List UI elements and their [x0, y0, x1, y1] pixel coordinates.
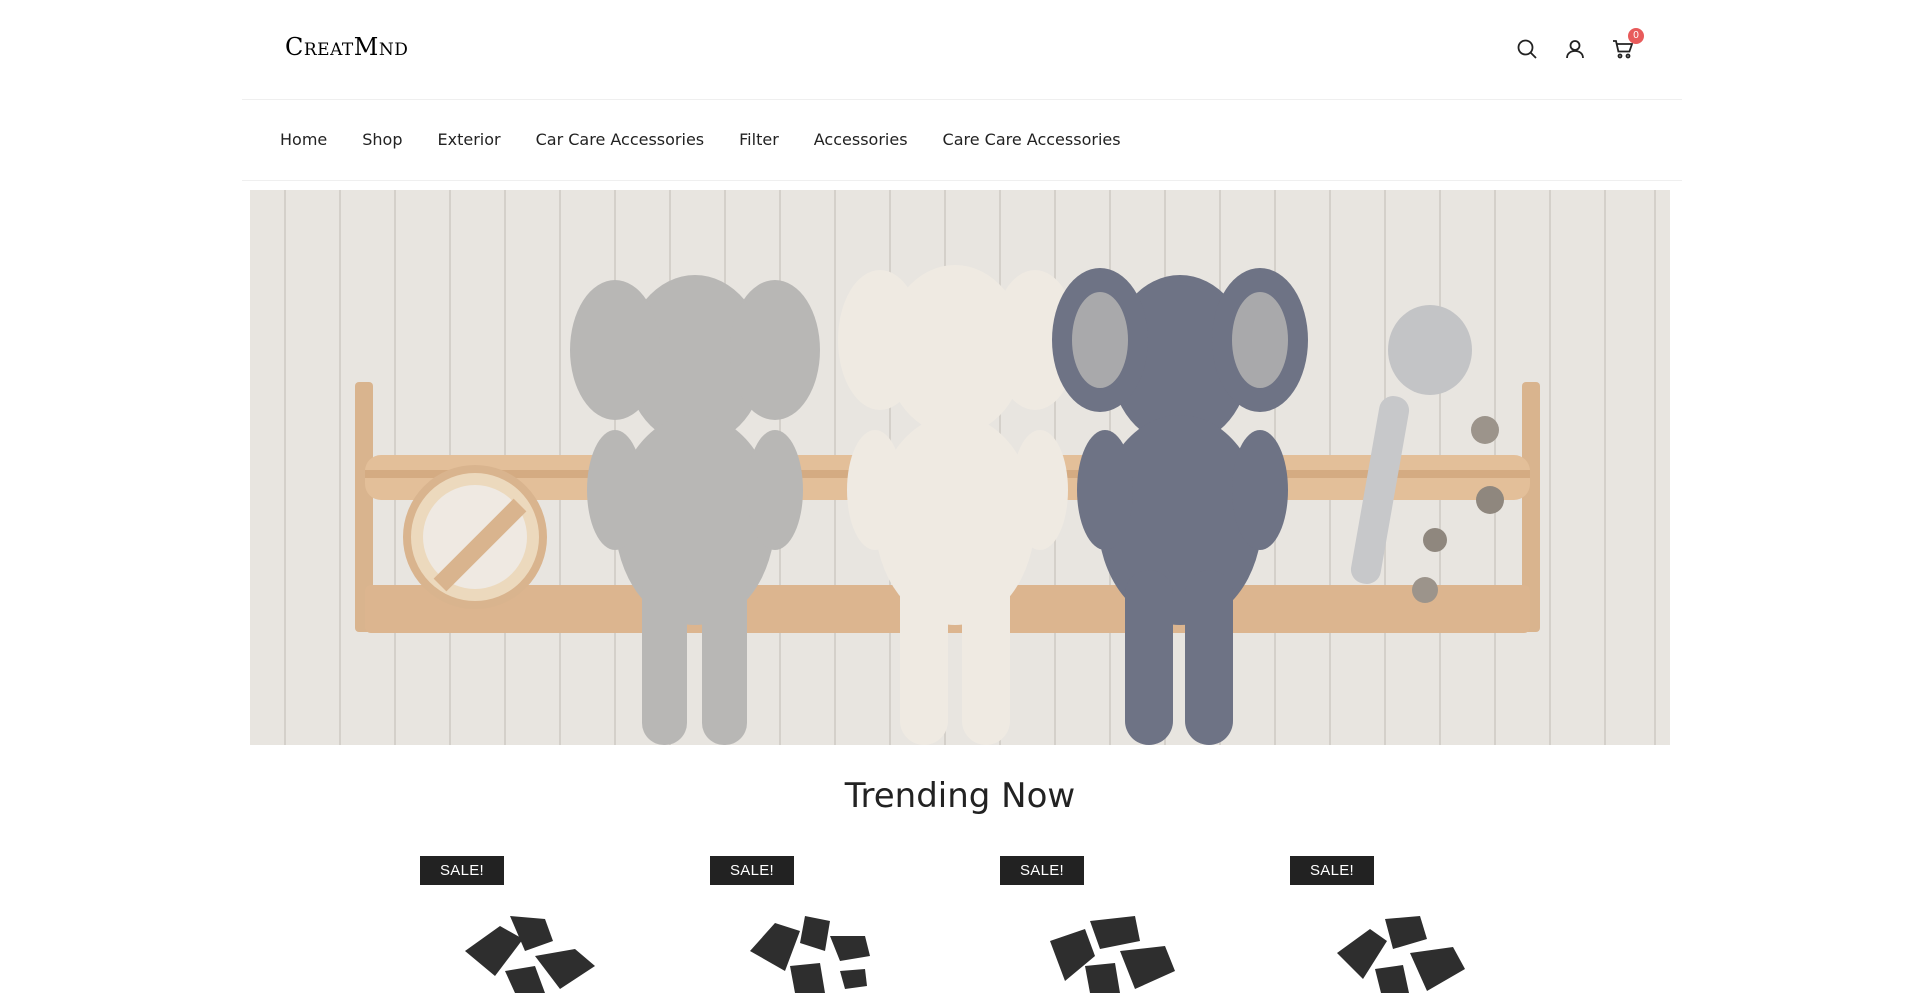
- product-card[interactable]: SALE!: [1000, 856, 1240, 993]
- hero-banner[interactable]: [250, 190, 1670, 745]
- search-icon[interactable]: [1512, 34, 1542, 64]
- nav-item-care-care-accessories[interactable]: Care Care Accessories: [943, 130, 1121, 149]
- product-grid: SALE! SALE! SALE! SALE!: [420, 856, 1520, 993]
- nav-item-exterior[interactable]: Exterior: [438, 130, 501, 149]
- sale-badge: SALE!: [1000, 856, 1085, 885]
- nav-item-car-care-accessories[interactable]: Car Care Accessories: [536, 130, 705, 149]
- product-card[interactable]: SALE!: [420, 856, 660, 993]
- product-image: [465, 916, 595, 993]
- site-logo[interactable]: CreatMnd: [285, 33, 408, 61]
- user-icon[interactable]: [1560, 34, 1590, 64]
- product-card[interactable]: SALE!: [710, 856, 950, 993]
- sale-badge: SALE!: [710, 856, 795, 885]
- nav-divider: [242, 180, 1682, 181]
- sale-badge: SALE!: [1290, 856, 1375, 885]
- nav-item-shop[interactable]: Shop: [362, 130, 402, 149]
- product-card[interactable]: SALE!: [1290, 856, 1530, 993]
- site-header: CreatMnd 0: [0, 0, 1920, 100]
- sale-badge: SALE!: [420, 856, 505, 885]
- product-image: [1050, 916, 1175, 993]
- header-icons: 0: [1512, 28, 1644, 64]
- nav-item-accessories[interactable]: Accessories: [814, 130, 908, 149]
- hero-image: [250, 190, 1670, 745]
- section-title-trending: Trending Now: [844, 776, 1076, 816]
- main-nav: Home Shop Exterior Car Care Accessories …: [280, 124, 1121, 154]
- cart-count-badge: 0: [1628, 28, 1644, 44]
- cart-button[interactable]: 0: [1608, 28, 1644, 64]
- nav-item-home[interactable]: Home: [280, 130, 327, 149]
- product-image: [1337, 916, 1465, 993]
- nav-item-filter[interactable]: Filter: [739, 130, 779, 149]
- product-image: [750, 916, 870, 993]
- header-divider: [242, 99, 1682, 100]
